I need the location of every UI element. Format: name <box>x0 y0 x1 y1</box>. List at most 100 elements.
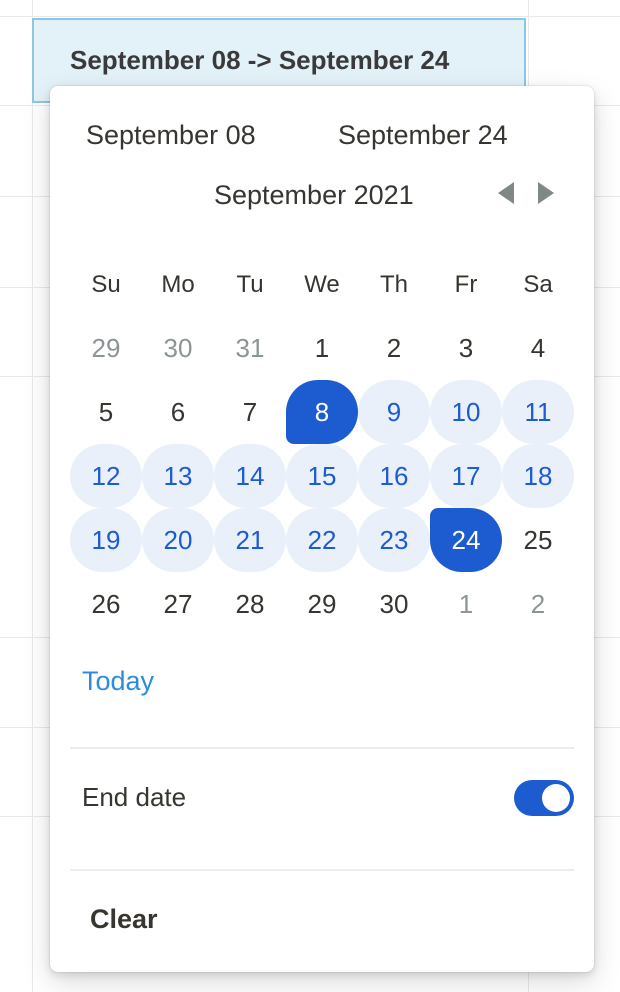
calendar-day[interactable]: 4 <box>502 316 574 380</box>
day-number: 7 <box>242 396 258 427</box>
calendar-day-in-range[interactable]: 19 <box>70 508 142 572</box>
weekday-label: Tu <box>236 271 264 298</box>
calendar-day[interactable]: 5 <box>70 380 142 444</box>
calendar-week: 19 20 21 22 23 24 25 <box>70 508 574 572</box>
day-number: 18 <box>523 460 553 491</box>
clear-button[interactable]: Clear <box>90 904 158 935</box>
day-number: 14 <box>235 460 265 491</box>
day-number: 29 <box>307 588 337 619</box>
weekday-label: Fr <box>454 271 478 298</box>
end-date-toggle[interactable] <box>514 780 574 816</box>
calendar-day-range-start[interactable]: 8 <box>286 380 358 444</box>
day-number: 6 <box>170 396 186 427</box>
day-number: 9 <box>386 396 402 427</box>
today-link[interactable]: Today <box>82 666 154 697</box>
next-month-button[interactable] <box>534 181 558 205</box>
calendar-day[interactable]: 29 <box>286 572 358 636</box>
calendar-day-in-range[interactable]: 12 <box>70 444 142 508</box>
calendar-day[interactable]: 30 <box>142 316 214 380</box>
day-number: 30 <box>163 332 193 363</box>
day-number: 27 <box>163 588 193 619</box>
calendar-grid: Su Mo Tu We Th Fr Sa 29 30 31 1 2 3 4 5 … <box>70 254 574 636</box>
divider <box>70 747 574 749</box>
date-picker-popover: September 08 September 24 September 2021… <box>50 86 594 972</box>
date-cell-value: September 08 -> September 24 <box>70 45 450 75</box>
day-number: 25 <box>523 524 553 555</box>
divider <box>70 869 574 871</box>
weekday-label: Su <box>91 271 121 298</box>
day-number: 2 <box>386 332 402 363</box>
triangle-left-icon <box>498 182 514 204</box>
day-number: 10 <box>451 396 481 427</box>
calendar-day[interactable]: 7 <box>214 380 286 444</box>
calendar-day[interactable]: 26 <box>70 572 142 636</box>
day-number: 29 <box>91 332 121 363</box>
calendar-day-in-range[interactable]: 13 <box>142 444 214 508</box>
calendar-day-in-range[interactable]: 22 <box>286 508 358 572</box>
day-number: 24 <box>451 524 481 555</box>
month-label: September 2021 <box>214 180 414 210</box>
day-number: 4 <box>530 332 546 363</box>
calendar-day[interactable]: 29 <box>70 316 142 380</box>
calendar-day-in-range[interactable]: 20 <box>142 508 214 572</box>
end-date-label: End date <box>82 782 187 812</box>
calendar-week: 26 27 28 29 30 1 2 <box>70 572 574 636</box>
day-number: 5 <box>98 396 114 427</box>
weekday-header: Su Mo Tu We Th Fr Sa <box>70 254 574 316</box>
range-end-field[interactable]: September 24 <box>338 120 508 151</box>
range-start-field[interactable]: September 08 <box>86 120 256 151</box>
calendar-day-in-range[interactable]: 16 <box>358 444 430 508</box>
calendar-day[interactable]: 28 <box>214 572 286 636</box>
prev-month-button[interactable] <box>494 181 518 205</box>
day-number: 22 <box>307 524 337 555</box>
grid-line <box>0 16 620 17</box>
day-number: 23 <box>379 524 409 555</box>
calendar-day-in-range[interactable]: 23 <box>358 508 430 572</box>
calendar-day-in-range[interactable]: 11 <box>502 380 574 444</box>
calendar-day-in-range[interactable]: 14 <box>214 444 286 508</box>
calendar-day[interactable]: 2 <box>502 572 574 636</box>
calendar-week: 12 13 14 15 16 17 18 <box>70 444 574 508</box>
calendar-day-in-range[interactable]: 15 <box>286 444 358 508</box>
calendar-day[interactable]: 2 <box>358 316 430 380</box>
calendar-day[interactable]: 6 <box>142 380 214 444</box>
day-number: 13 <box>163 460 193 491</box>
day-number: 20 <box>163 524 193 555</box>
day-number: 1 <box>314 332 330 363</box>
calendar-day-in-range[interactable]: 17 <box>430 444 502 508</box>
calendar-day[interactable]: 1 <box>286 316 358 380</box>
calendar-day[interactable]: 1 <box>430 572 502 636</box>
calendar-day[interactable]: 3 <box>430 316 502 380</box>
weekday-label: Sa <box>523 271 553 298</box>
calendar-day-range-end[interactable]: 24 <box>430 508 502 572</box>
day-number: 17 <box>451 460 481 491</box>
calendar-day-in-range[interactable]: 10 <box>430 380 502 444</box>
toggle-knob <box>542 784 570 812</box>
calendar-day-in-range[interactable]: 9 <box>358 380 430 444</box>
day-number: 3 <box>458 332 474 363</box>
day-number: 11 <box>524 396 552 427</box>
triangle-right-icon <box>538 182 554 204</box>
calendar-day[interactable]: 27 <box>142 572 214 636</box>
day-number: 19 <box>91 524 121 555</box>
day-number: 16 <box>379 460 409 491</box>
calendar-day-in-range[interactable]: 18 <box>502 444 574 508</box>
calendar-week: 29 30 31 1 2 3 4 <box>70 316 574 380</box>
day-number: 31 <box>235 332 265 363</box>
grid-line <box>32 0 33 992</box>
day-number: 2 <box>530 588 546 619</box>
day-number: 8 <box>314 396 330 427</box>
day-number: 26 <box>91 588 121 619</box>
day-number: 21 <box>235 524 265 555</box>
calendar-day[interactable]: 30 <box>358 572 430 636</box>
weekday-label: Th <box>379 271 408 298</box>
calendar-day[interactable]: 31 <box>214 316 286 380</box>
day-number: 28 <box>235 588 265 619</box>
calendar-day-in-range[interactable]: 21 <box>214 508 286 572</box>
day-number: 15 <box>307 460 337 491</box>
calendar-week: 5 6 7 8 9 10 11 <box>70 380 574 444</box>
calendar-day[interactable]: 25 <box>502 508 574 572</box>
weekday-label: Mo <box>161 271 195 298</box>
day-number: 1 <box>458 588 474 619</box>
day-number: 30 <box>379 588 409 619</box>
